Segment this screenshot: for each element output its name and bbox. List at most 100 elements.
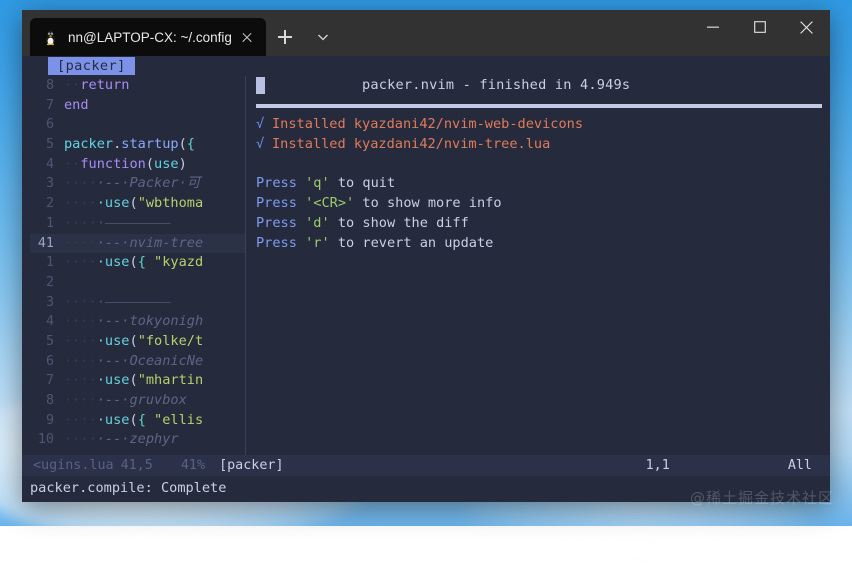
code-line: 3 ·····--·Packer·可 — [30, 174, 245, 194]
code-token: ···· — [64, 352, 97, 369]
line-number: 1 — [45, 215, 54, 231]
code-line: 4 ·····--·tokyonigh — [30, 312, 245, 332]
tab-dropdown-button[interactable] — [304, 18, 342, 56]
editor-pane[interactable]: 8 ··return 7 end 6 5 packer.startup({4 ··functi… — [30, 76, 245, 455]
nvim-window-row: 8 ··return 7 end 6 5 packer.startup({4 ··functi… — [30, 76, 830, 455]
code-token: ···· — [64, 254, 97, 271]
status-scroll-percent: 41% — [180, 457, 206, 473]
window-controls — [689, 10, 830, 56]
code-token: ···· — [64, 234, 97, 251]
tabline-tab-packer[interactable]: [packer] — [48, 57, 135, 75]
code-token: ) — [178, 155, 187, 172]
status-filename: <ugins.lua — [33, 457, 114, 473]
code-token: { — [137, 411, 146, 428]
tab-close-icon[interactable] — [234, 24, 260, 50]
code-token: ( — [129, 411, 138, 428]
hint-press-word: Press — [256, 175, 306, 192]
code-token: ( — [129, 195, 138, 212]
code-text: ·····--·gruvbox — [64, 391, 245, 411]
code-token: ·use — [96, 332, 130, 349]
code-token: return — [80, 77, 130, 93]
minimize-icon — [706, 26, 719, 28]
code-token: ·use — [96, 254, 130, 271]
minimize-button[interactable] — [689, 10, 736, 44]
code-token: { — [186, 136, 195, 153]
line-number: 1 — [45, 255, 54, 271]
code-line: 2 ·····use("wbthoma — [30, 194, 245, 214]
code-line: 2 — [30, 273, 245, 293]
code-text: packer.startup({ — [64, 135, 245, 155]
code-token: end — [64, 96, 89, 113]
code-text: ·····--·zephyr — [64, 430, 245, 450]
code-token: "mhartin — [137, 372, 204, 389]
code-line: 8 ·····--·gruvbox — [30, 391, 245, 411]
code-line: 9 ·····use({ "ellis — [30, 411, 245, 431]
code-token: ···· — [64, 175, 97, 192]
maximize-button[interactable] — [736, 10, 783, 44]
status-view-indicator: All — [787, 457, 812, 473]
check-icon: √ — [256, 116, 265, 133]
line-number: 6 — [45, 117, 54, 133]
code-token: ·· — [64, 155, 81, 172]
code-line: 6 ·····--·OceanicNe — [30, 352, 245, 372]
code-text: ·····use("wbthoma — [64, 194, 245, 214]
line-number: 9 — [45, 412, 54, 428]
chevron-down-icon — [318, 34, 328, 41]
packer-headline-row: packer.nvim - finished in 4.949s — [256, 76, 830, 96]
title-bar: nn@LAPTOP-CX: ~/.config/nvim — [22, 10, 830, 56]
status-cursor-position-right: 1,1 — [645, 457, 670, 473]
packer-hint-row: Press 'r' to revert an update — [256, 234, 830, 254]
code-token: "wbthoma — [137, 195, 204, 212]
code-line: 41 ·····--·nvim-tree — [30, 233, 245, 254]
code-line: 7 end — [30, 96, 245, 116]
code-text: ·····--·tokyonigh — [64, 312, 245, 332]
line-number: 2 — [45, 196, 54, 212]
line-number: 8 — [45, 393, 54, 408]
code-token: ·———————— — [96, 214, 171, 231]
code-text: ·····use("folke/t — [64, 332, 245, 352]
window-split-divider — [245, 76, 253, 455]
packer-install-row: √ Installed kyazdani42/nvim-web-devicons — [256, 115, 830, 135]
packer-hint-row: Press '<CR>' to show more info — [256, 194, 830, 214]
check-icon: √ — [256, 136, 265, 153]
code-line: 1 ·····use({ "kyazd — [30, 253, 245, 273]
command-line-message: packer.compile: Complete — [30, 480, 227, 497]
code-token: "folke/t — [137, 332, 204, 349]
code-line: 6 — [30, 115, 245, 135]
code-token: packer — [64, 136, 114, 153]
nvim-command-line[interactable]: packer.compile: Complete — [22, 476, 830, 502]
code-text: ··function(use) — [64, 155, 245, 175]
code-text: ·····use({ "ellis — [64, 411, 245, 431]
code-text: end — [64, 96, 245, 116]
new-tab-button[interactable] — [266, 18, 304, 56]
code-token: ·· — [64, 77, 81, 93]
code-token: ···· — [64, 195, 97, 212]
hint-press-word: Press — [256, 234, 306, 251]
code-token: ···· — [64, 392, 97, 408]
code-token: ·--·tokyonigh — [96, 313, 204, 330]
code-line: 10 ·····--·zephyr — [30, 430, 245, 450]
hint-key: 'r' — [305, 234, 330, 251]
packer-output-pane[interactable]: packer.nvim - finished in 4.949s √ Instal… — [253, 76, 830, 455]
code-token: ( — [129, 332, 138, 349]
code-token: ···· — [64, 313, 97, 330]
code-token: ( — [145, 155, 155, 172]
code-token: ( — [178, 136, 187, 153]
code-line: 7 ·····use("mhartin — [30, 371, 245, 391]
line-number: 3 — [45, 294, 54, 310]
code-token: ·use — [96, 372, 130, 389]
hint-press-word: Press — [256, 195, 306, 212]
code-token: { — [137, 254, 146, 271]
hint-action: to quit — [329, 175, 396, 192]
packer-install-text: Installed kyazdani42/nvim-web-devicons — [272, 116, 583, 133]
line-number: 5 — [45, 333, 54, 349]
nvim-status-line: <ugins.lua 41,5 41% [packer] 1,1 All — [22, 455, 830, 476]
close-button[interactable] — [783, 10, 830, 44]
code-text: ·····--·OceanicNe — [64, 352, 245, 372]
hint-key: '<CR>' — [305, 195, 355, 212]
hint-key: 'd' — [305, 214, 330, 231]
code-line: 3 ·····———————— — [30, 293, 245, 313]
line-number: 10 — [37, 432, 54, 448]
code-token: ·--·gruvbox — [96, 392, 187, 408]
terminal-tab[interactable]: nn@LAPTOP-CX: ~/.config/nvim — [30, 18, 266, 56]
